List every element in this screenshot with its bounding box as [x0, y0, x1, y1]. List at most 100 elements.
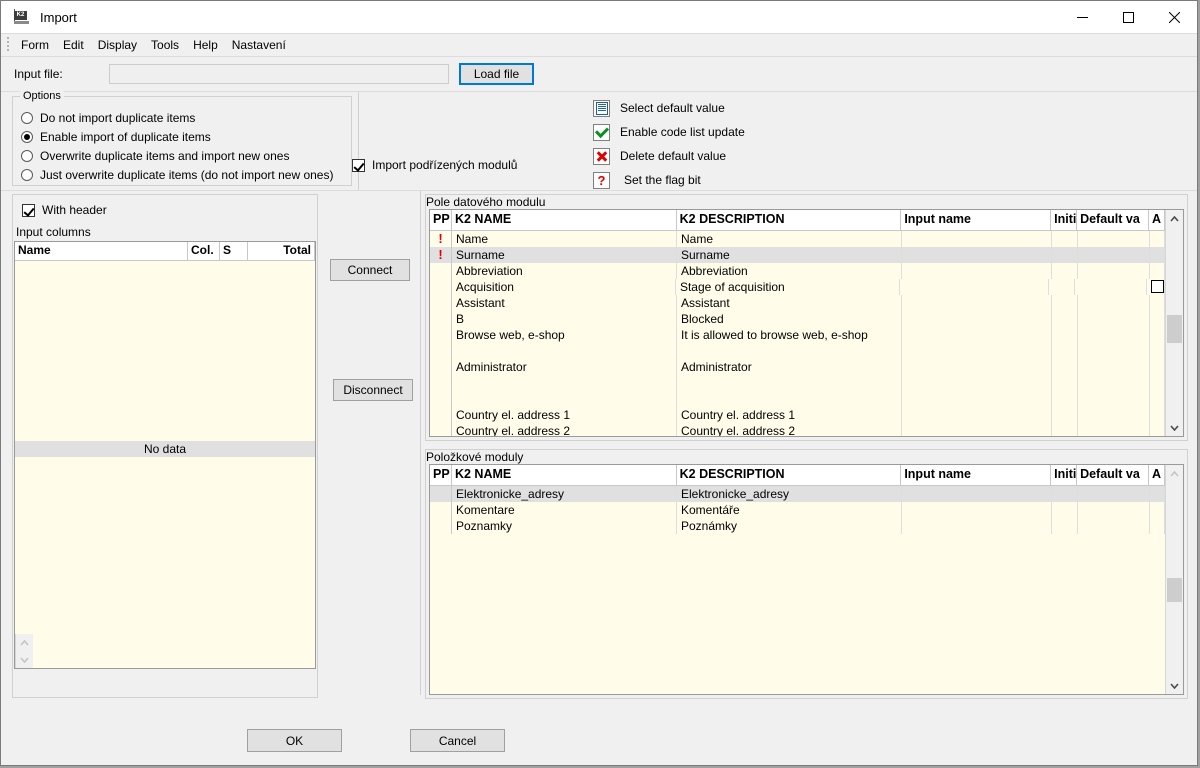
column-header-a[interactable]: A — [1149, 210, 1165, 230]
data-module-grid: PP K2 NAME K2 DESCRIPTION Input name Ini… — [429, 209, 1184, 437]
cell-a — [1150, 502, 1165, 518]
menu-item-tools[interactable]: Tools — [144, 36, 186, 55]
cell-pp — [430, 359, 452, 375]
radio-do-not-import-duplicates[interactable]: Do not import duplicate items — [21, 108, 351, 127]
table-row[interactable]: Country el. address 2 Country el. address… — [430, 423, 1165, 436]
cell-initial — [1052, 502, 1078, 518]
column-header-k2-description[interactable]: K2 DESCRIPTION — [677, 465, 902, 485]
menu-item-edit[interactable]: Edit — [56, 36, 91, 55]
connect-button[interactable]: Connect — [330, 259, 410, 281]
input-file-field[interactable] — [109, 64, 449, 84]
cell-name: Acquisition — [452, 279, 676, 295]
cell-description: Elektronicke_adresy — [677, 486, 902, 502]
column-header-pp[interactable]: PP — [430, 465, 452, 485]
table-row[interactable]: Abbreviation Abbreviation — [430, 263, 1165, 279]
column-header-initial[interactable]: Initi — [1051, 465, 1078, 485]
column-header-initial[interactable]: Initi — [1051, 210, 1078, 230]
input-columns-panel: With header Input columns Name Col. S To… — [12, 194, 318, 698]
legend-label: Select default value — [620, 101, 725, 115]
radio-icon — [21, 149, 33, 162]
table-row[interactable]: Elektronicke_adresy Elektronicke_adresy — [430, 486, 1165, 502]
cell-initial — [1052, 311, 1078, 327]
radio-overwrite-duplicates-import-new[interactable]: Overwrite duplicate items and import new… — [21, 146, 351, 165]
cell-initial — [1052, 375, 1078, 391]
table-row[interactable]: Poznamky Poznámky — [430, 518, 1165, 534]
table-row[interactable]: Assistant Assistant — [430, 295, 1165, 311]
ok-button[interactable]: OK — [247, 729, 342, 752]
table-row[interactable] — [430, 375, 1165, 391]
cell-default-value — [1075, 279, 1148, 295]
cancel-button[interactable]: Cancel — [410, 729, 505, 752]
menu-item-form[interactable]: Form — [14, 36, 56, 55]
import-window: K2 Import Form Edit Display Tools Help N… — [0, 0, 1198, 766]
column-header-s[interactable]: S — [220, 242, 248, 260]
scroll-down-icon[interactable] — [1166, 419, 1183, 436]
table-row[interactable]: ! Surname Surname — [430, 247, 1165, 263]
column-header-input-name[interactable]: Input name — [901, 210, 1052, 230]
cell-pp — [430, 295, 452, 311]
column-header-k2-name[interactable]: K2 NAME — [452, 465, 677, 485]
cell-pp — [430, 311, 452, 327]
scroll-up-icon[interactable] — [1166, 465, 1183, 482]
disconnect-button[interactable]: Disconnect — [333, 379, 413, 401]
maximize-icon[interactable] — [1105, 1, 1151, 33]
table-row[interactable]: Acquisition Stage of acquisition — [430, 279, 1165, 295]
table-row[interactable]: B Blocked — [430, 311, 1165, 327]
radio-enable-import-duplicates[interactable]: Enable import of duplicate items — [21, 127, 351, 146]
column-header-k2-description[interactable]: K2 DESCRIPTION — [677, 210, 902, 230]
checkbox-icon — [352, 158, 365, 172]
scroll-thumb[interactable] — [1167, 578, 1182, 602]
radio-just-overwrite-duplicates[interactable]: Just overwrite duplicate items (do not i… — [21, 165, 351, 184]
item-module-scrollbar[interactable] — [1165, 465, 1183, 694]
scroll-track[interactable] — [1166, 227, 1183, 419]
table-row[interactable] — [430, 391, 1165, 407]
menu-item-display[interactable]: Display — [91, 36, 144, 55]
column-header-default-value[interactable]: Default va — [1077, 465, 1149, 485]
table-row[interactable]: ! Name Name — [430, 231, 1165, 247]
cell-name: B — [452, 311, 677, 327]
table-row[interactable] — [430, 343, 1165, 359]
load-file-button[interactable]: Load file — [459, 63, 534, 85]
table-row[interactable]: Administrator Administrator — [430, 359, 1165, 375]
options-divider — [358, 92, 359, 190]
cell-input-name — [902, 375, 1052, 391]
scroll-up-icon[interactable] — [1166, 210, 1183, 227]
cell-input-name — [902, 391, 1052, 407]
column-header-default-value[interactable]: Default va — [1077, 210, 1149, 230]
legend-label: Set the flag bit — [624, 173, 701, 187]
close-icon[interactable] — [1151, 1, 1197, 33]
cell-input-name — [902, 231, 1052, 247]
table-row[interactable]: Komentare Komentáře — [430, 502, 1165, 518]
scroll-thumb[interactable] — [1167, 315, 1182, 343]
scroll-track[interactable] — [1166, 482, 1183, 677]
cell-a — [1150, 247, 1165, 263]
row-checkbox[interactable] — [1151, 280, 1164, 293]
with-header-checkbox[interactable]: With header — [22, 203, 317, 217]
main-body: With header Input columns Name Col. S To… — [1, 191, 1197, 765]
menu-item-help[interactable]: Help — [186, 36, 225, 55]
column-header-name[interactable]: Name — [15, 242, 188, 260]
table-row[interactable]: Browse web, e-shop It is allowed to brows… — [430, 327, 1165, 343]
column-header-k2-name[interactable]: K2 NAME — [452, 210, 677, 230]
scroll-down-icon[interactable] — [1166, 677, 1183, 694]
cell-pp — [430, 327, 452, 343]
column-header-pp[interactable]: PP — [430, 210, 452, 230]
cell-a — [1150, 327, 1165, 343]
minimize-icon[interactable] — [1059, 1, 1105, 33]
table-row[interactable]: Country el. address 1 Country el. address… — [430, 407, 1165, 423]
cell-description: Stage of acquisition — [676, 279, 901, 295]
scroll-down-icon[interactable] — [16, 651, 33, 668]
cell-initial — [1052, 263, 1078, 279]
column-header-col[interactable]: Col. — [188, 242, 220, 260]
legend-label: Delete default value — [620, 149, 727, 163]
cell-default-value — [1078, 231, 1150, 247]
cell-description: It is allowed to browse web, e-shop — [677, 327, 902, 343]
column-header-a[interactable]: A — [1149, 465, 1165, 485]
column-header-input-name[interactable]: Input name — [901, 465, 1052, 485]
input-columns-scrollbar[interactable] — [15, 634, 33, 668]
scroll-up-icon[interactable] — [16, 634, 33, 651]
data-module-scrollbar[interactable] — [1165, 210, 1183, 436]
column-header-total[interactable]: Total — [248, 242, 315, 260]
import-subordinate-modules-checkbox[interactable]: Import podřízených modulů — [352, 158, 517, 172]
menu-item-nastaveni[interactable]: Nastavení — [225, 36, 293, 55]
